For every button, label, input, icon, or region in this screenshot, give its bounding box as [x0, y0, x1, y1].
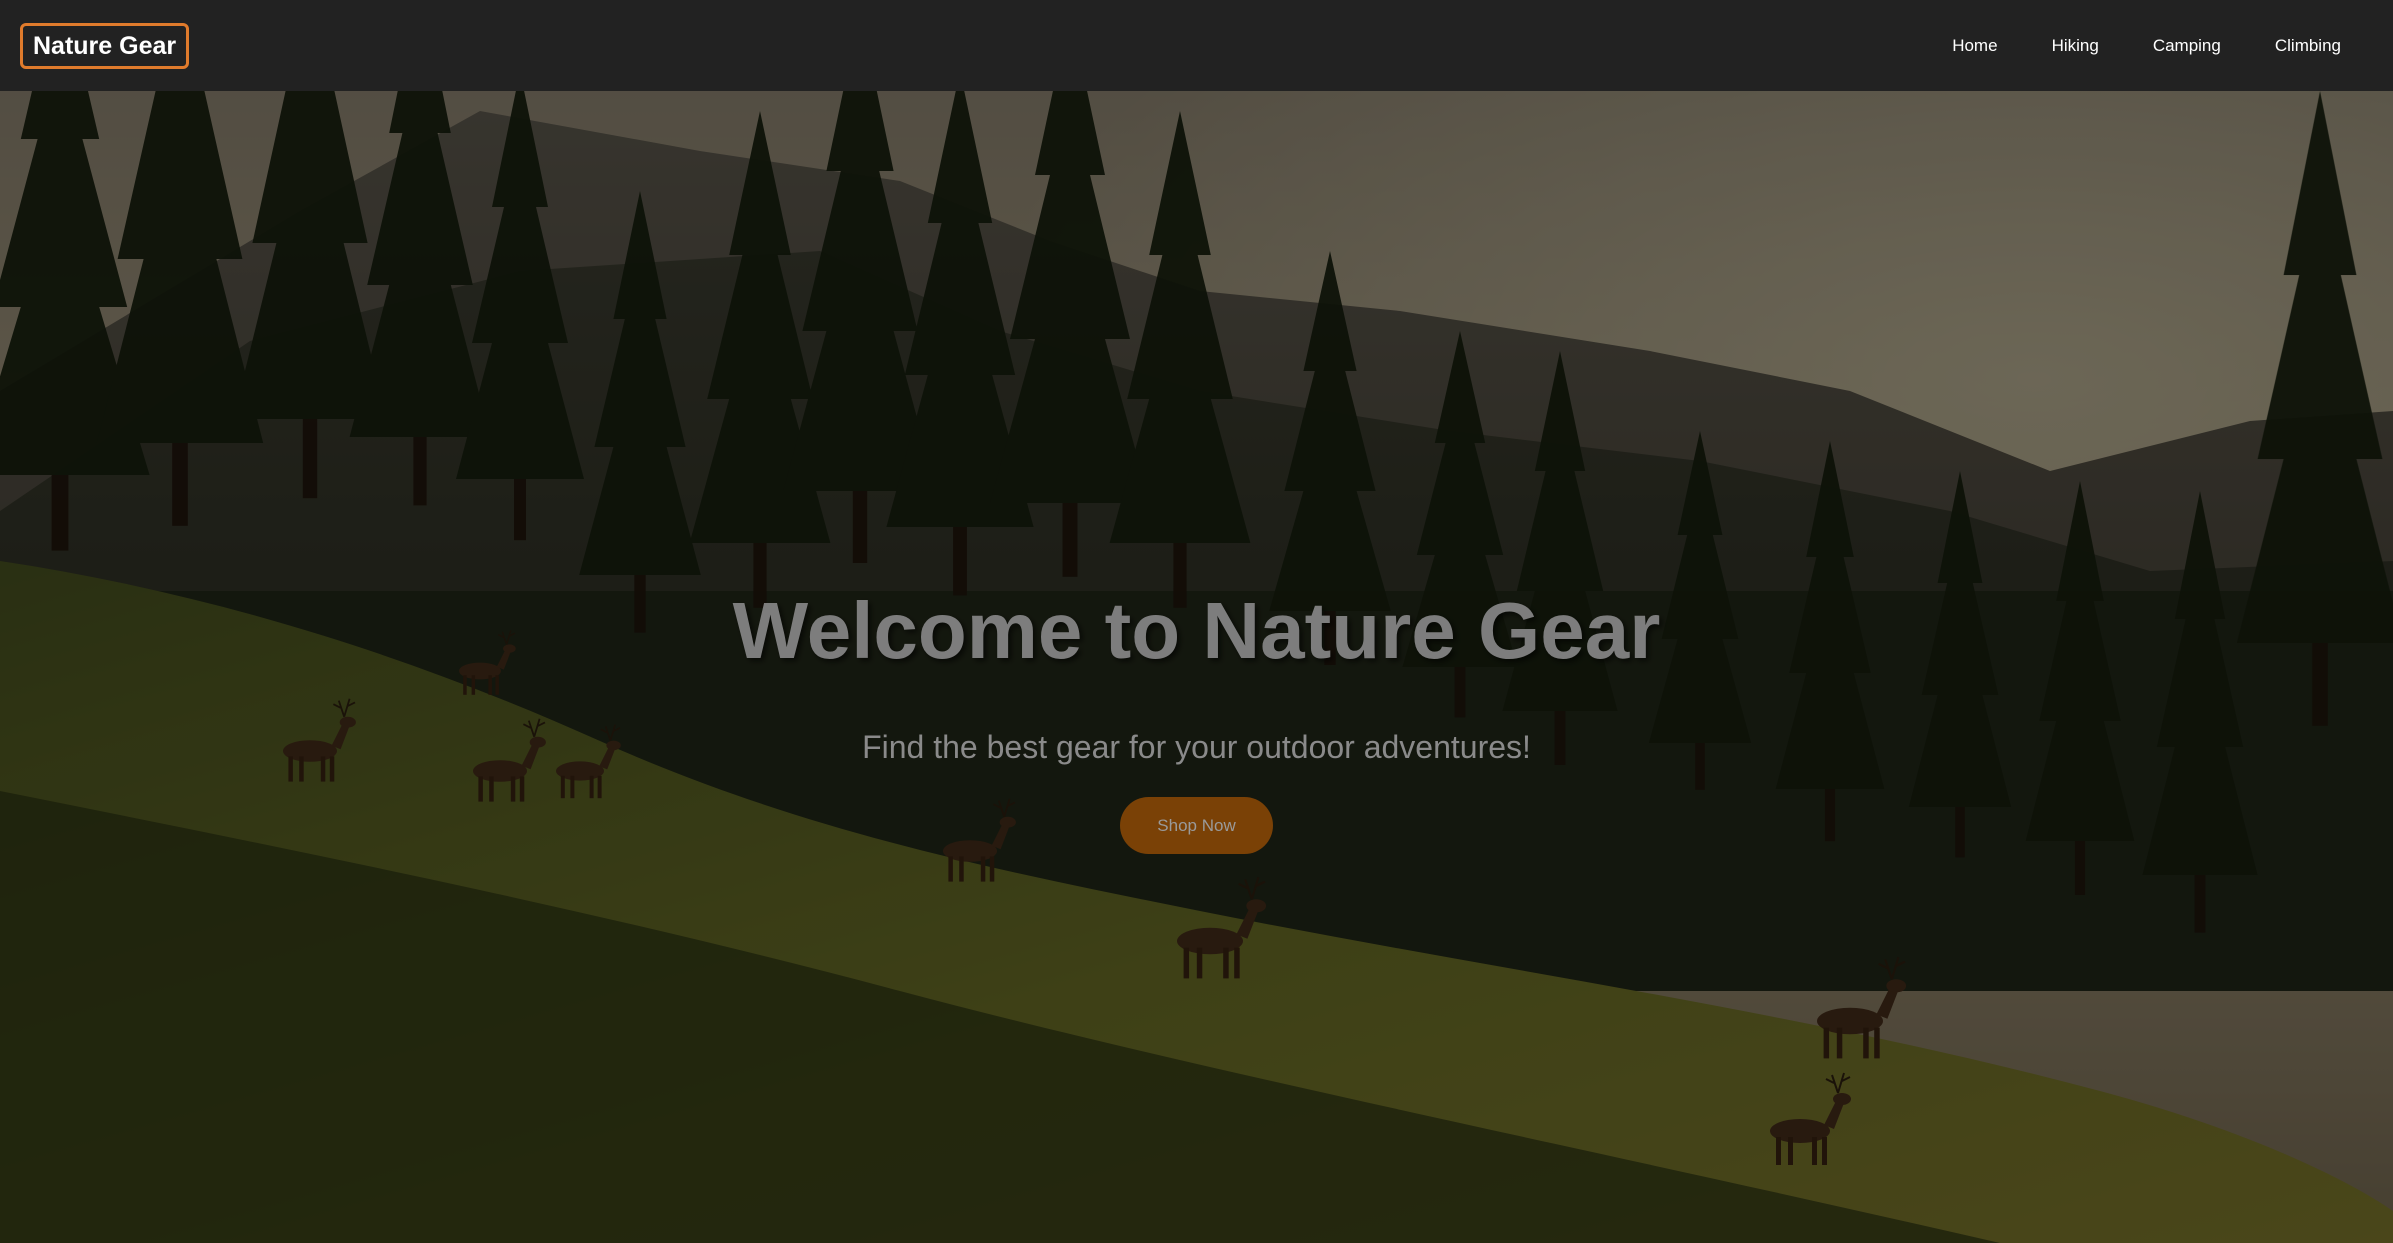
- hero-subtitle: Find the best gear for your outdoor adve…: [862, 729, 1531, 765]
- shop-now-button[interactable]: Shop Now: [1120, 797, 1273, 854]
- hero-content: Welcome to Nature Gear Find the best gea…: [0, 91, 2393, 1243]
- page: Nature Gear Home Hiking Camping Climbing: [0, 0, 2393, 1243]
- nav-link-hiking[interactable]: Hiking: [2052, 36, 2099, 56]
- nav-links: Home Hiking Camping Climbing: [1952, 36, 2373, 56]
- nav-link-camping[interactable]: Camping: [2153, 36, 2221, 56]
- navbar: Nature Gear Home Hiking Camping Climbing: [0, 0, 2393, 91]
- nav-link-home[interactable]: Home: [1952, 36, 1997, 56]
- hero-section: Welcome to Nature Gear Find the best gea…: [0, 91, 2393, 1243]
- nav-link-climbing[interactable]: Climbing: [2275, 36, 2341, 56]
- site-logo[interactable]: Nature Gear: [20, 22, 190, 69]
- hero-title: Welcome to Nature Gear: [732, 586, 1661, 675]
